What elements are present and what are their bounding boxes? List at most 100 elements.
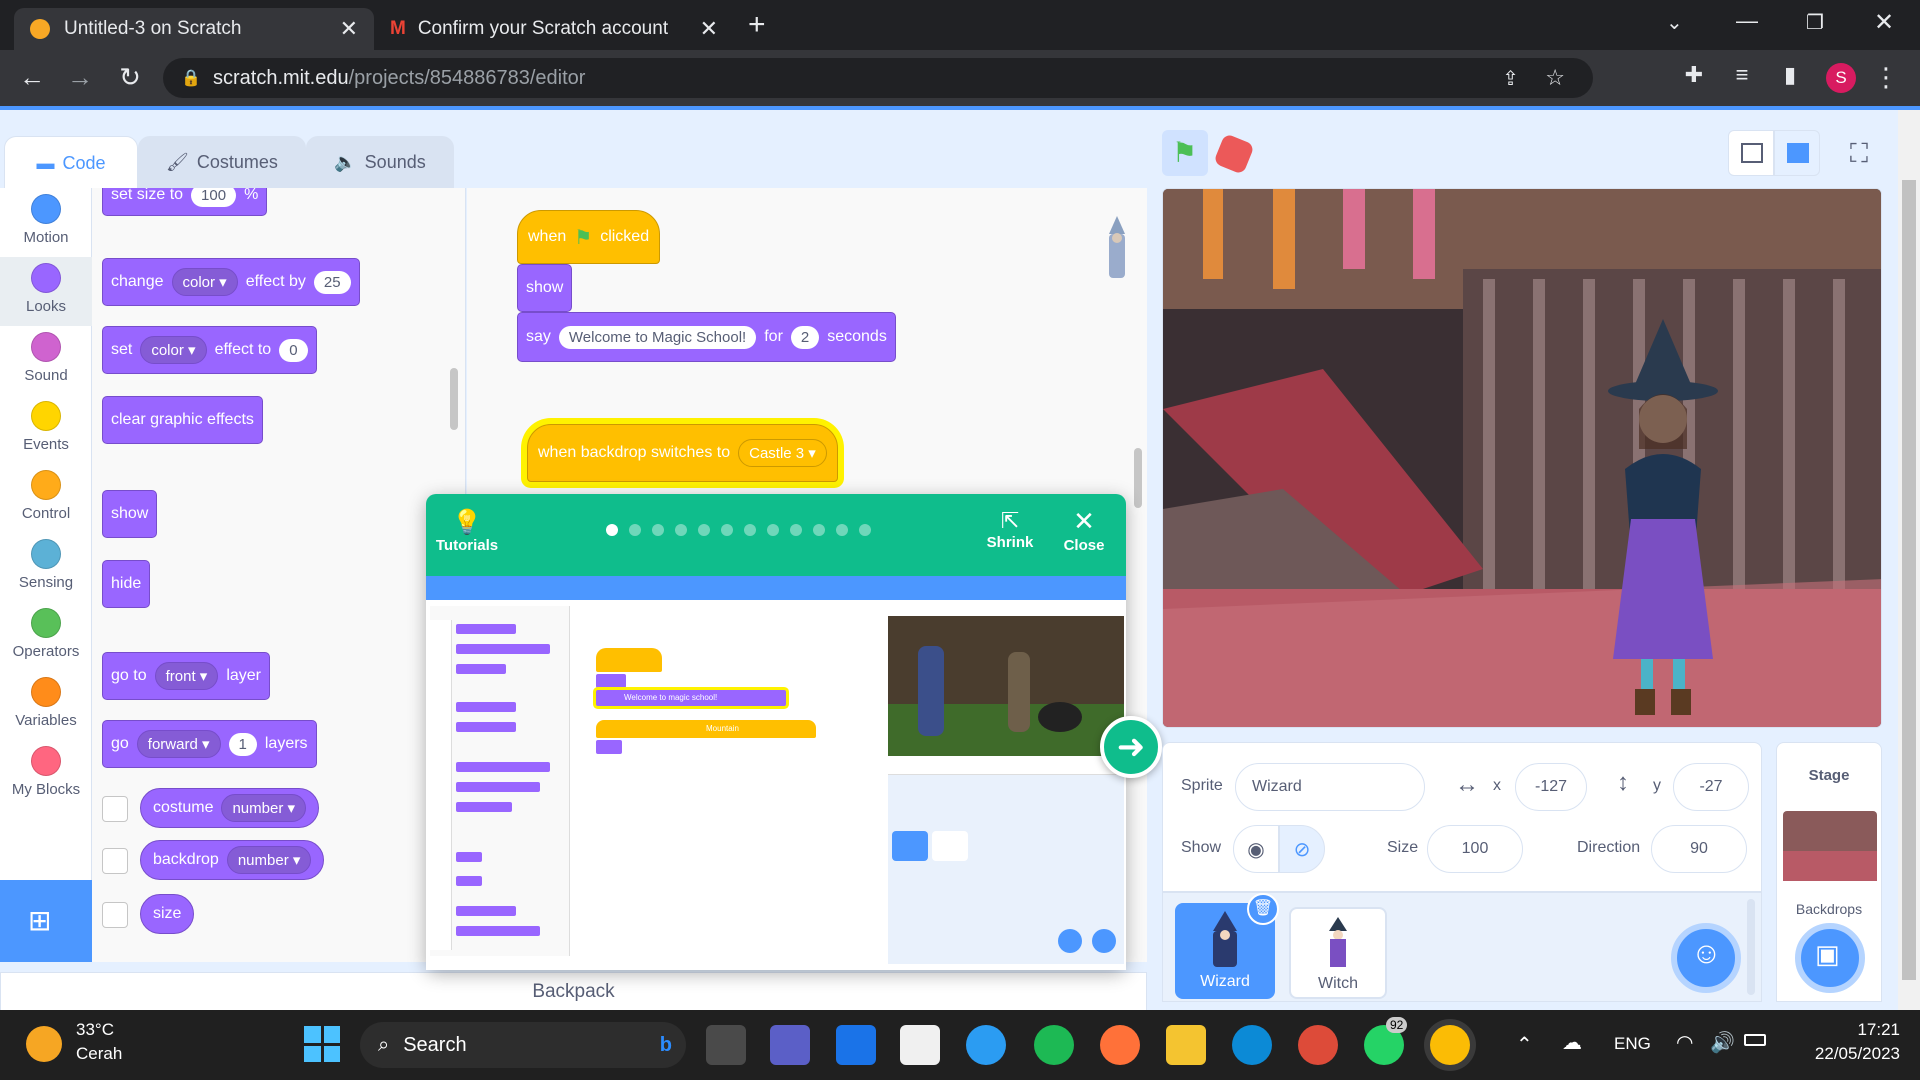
say-for-seconds-block[interactable]: say Welcome to Magic School! for 2 secon… — [517, 312, 896, 362]
step-dot[interactable] — [606, 524, 618, 536]
sprite-name-input[interactable]: Wizard — [1235, 763, 1425, 811]
large-stage-button[interactable] — [1774, 130, 1820, 176]
page-scrollbar[interactable] — [1898, 110, 1920, 1010]
new-tab-button[interactable]: + — [748, 8, 766, 42]
backdrop-dropdown[interactable]: number ▾ — [226, 846, 312, 874]
restore-icon[interactable]: ❐ — [1806, 10, 1824, 35]
category-control[interactable]: Control — [0, 464, 92, 533]
clock-date[interactable]: 22/05/2023 — [1790, 1044, 1900, 1064]
onedrive-cloud-icon[interactable]: ☁ — [1562, 1030, 1582, 1055]
back-arrow-icon[interactable]: ← — [16, 62, 48, 93]
layers-input[interactable]: 1 — [228, 732, 257, 756]
tab-costumes[interactable]: 🖌 Costumes — [138, 136, 306, 188]
step-dot[interactable] — [721, 524, 733, 536]
costume-dropdown[interactable]: number ▾ — [221, 794, 307, 822]
clear-graphic-effects-block[interactable]: clear graphic effects — [102, 396, 263, 444]
minimize-icon[interactable]: — — [1736, 8, 1758, 34]
step-dot[interactable] — [836, 524, 848, 536]
weather-temp[interactable]: 33°C — [76, 1020, 114, 1040]
spotify-icon[interactable] — [1034, 1025, 1074, 1065]
step-dot[interactable] — [859, 524, 871, 536]
sprite-tile-witch[interactable]: Witch — [1289, 907, 1387, 999]
tab-search-chevron-icon[interactable]: ⌄ — [1666, 10, 1683, 35]
tray-overflow-chevron-icon[interactable]: ⌃ — [1516, 1032, 1533, 1057]
category-events[interactable]: Events — [0, 395, 92, 464]
category-my-blocks[interactable]: My Blocks — [0, 740, 92, 809]
hide-block[interactable]: hide — [102, 560, 151, 608]
say-text-input[interactable]: Welcome to Magic School! — [558, 325, 757, 349]
language-indicator[interactable]: ENG — [1614, 1034, 1651, 1054]
backdrop-dropdown[interactable]: Castle 3 ▾ — [738, 439, 827, 467]
share-icon[interactable]: ⇪ — [1502, 66, 1519, 91]
size-reporter[interactable]: size — [140, 894, 195, 934]
wifi-icon[interactable]: ◠ — [1676, 1030, 1693, 1055]
file-explorer-icon[interactable] — [1166, 1025, 1206, 1065]
when-backdrop-switches-block[interactable]: when backdrop switches to Castle 3 ▾ — [527, 424, 838, 482]
sprite-tile-wizard[interactable]: Wizard 🗑 — [1175, 893, 1279, 999]
step-dot[interactable] — [744, 524, 756, 536]
window-close-icon[interactable]: ✕ — [1874, 8, 1894, 37]
backdrop-monitor-checkbox[interactable] — [102, 848, 128, 874]
battery-icon[interactable] — [1744, 1034, 1766, 1046]
choose-backdrop-button[interactable]: ▣ — [1795, 923, 1865, 993]
taskbar-search-box[interactable]: ⌕ Search b — [360, 1022, 686, 1068]
extensions-puzzle-icon[interactable]: ✚ — [1678, 62, 1710, 88]
myhp-icon[interactable] — [836, 1025, 876, 1065]
chrome-active-icon[interactable] — [1430, 1025, 1470, 1065]
add-extension-button[interactable]: ⊞ — [0, 880, 92, 962]
step-dot[interactable] — [652, 524, 664, 536]
effect-amount-input[interactable]: 25 — [313, 270, 351, 294]
page-scrollbar-thumb[interactable] — [1902, 180, 1916, 980]
size-input[interactable]: 100 — [191, 188, 237, 207]
category-operators[interactable]: Operators — [0, 602, 92, 671]
green-flag-button[interactable]: ⚑ — [1162, 130, 1208, 176]
forward-arrow-icon[interactable]: → — [64, 62, 96, 93]
reload-icon[interactable]: ↻ — [114, 62, 146, 93]
step-dot[interactable] — [698, 524, 710, 536]
bookmark-star-icon[interactable]: ☆ — [1545, 65, 1565, 91]
firefox-icon[interactable] — [1100, 1025, 1140, 1065]
category-looks[interactable]: Looks — [0, 257, 92, 326]
volume-icon[interactable]: 🔊 — [1710, 1030, 1735, 1055]
side-panel-icon[interactable]: ▮ — [1774, 62, 1806, 88]
tab-close-icon[interactable]: ✕ — [700, 16, 718, 42]
show-visible-button[interactable]: ◉ — [1233, 825, 1279, 873]
stage-canvas[interactable] — [1162, 188, 1882, 728]
step-dot[interactable] — [790, 524, 802, 536]
seconds-input[interactable]: 2 — [790, 325, 820, 349]
set-size-block[interactable]: set size to 100 % — [102, 188, 268, 216]
tips-icon[interactable] — [966, 1025, 1006, 1065]
category-variables[interactable]: Variables — [0, 671, 92, 740]
go-layers-block[interactable]: go forward ▾ 1 layers — [102, 720, 317, 768]
backpack-bar[interactable]: Backpack — [0, 972, 1147, 1012]
palette-scrollbar[interactable] — [450, 368, 458, 430]
task-view-icon[interactable] — [706, 1025, 746, 1065]
teams-chat-icon[interactable] — [770, 1025, 810, 1065]
stage-selector-panel[interactable]: Stage Backdrops ▣ — [1776, 742, 1882, 1002]
tab-scratch-editor[interactable]: Untitled-3 on Scratch ✕ — [14, 8, 374, 50]
tab-close-icon[interactable]: ✕ — [340, 16, 358, 42]
x-input[interactable]: -127 — [1515, 763, 1587, 811]
workspace-scrollbar[interactable] — [1134, 448, 1142, 508]
address-bar[interactable]: 🔒 scratch.mit.edu /projects/854886783/ed… — [163, 58, 1593, 98]
tab-code[interactable]: ▬ Code — [4, 136, 138, 190]
microsoft-store-icon[interactable] — [900, 1025, 940, 1065]
edge-icon[interactable] — [1232, 1025, 1272, 1065]
fullscreen-icon[interactable]: ⛶ — [1836, 130, 1882, 176]
chrome-profile-icon[interactable] — [1298, 1025, 1338, 1065]
tab-sounds[interactable]: 🔈 Sounds — [306, 136, 454, 188]
media-control-icon[interactable]: ≡ — [1726, 62, 1758, 88]
clock-time[interactable]: 17:21 — [1820, 1020, 1900, 1040]
small-stage-button[interactable] — [1728, 130, 1774, 176]
y-input[interactable]: -27 — [1673, 763, 1749, 811]
change-effect-block[interactable]: change color ▾ effect by 25 — [102, 258, 360, 306]
direction-dropdown[interactable]: forward ▾ — [136, 730, 221, 758]
tutorials-button[interactable]: 💡 Tutorials — [434, 508, 500, 554]
stop-button[interactable] — [1213, 133, 1255, 175]
sprite-list-scrollbar[interactable] — [1747, 899, 1755, 995]
show-block[interactable]: show — [102, 490, 158, 538]
profile-avatar[interactable]: S — [1826, 63, 1856, 93]
set-effect-block[interactable]: set color ▾ effect to 0 — [102, 326, 317, 374]
when-flag-clicked-block[interactable]: when ⚑ clicked — [517, 210, 661, 264]
tutorial-video[interactable]: Welcome to magic school! Mountain — [426, 576, 1126, 970]
